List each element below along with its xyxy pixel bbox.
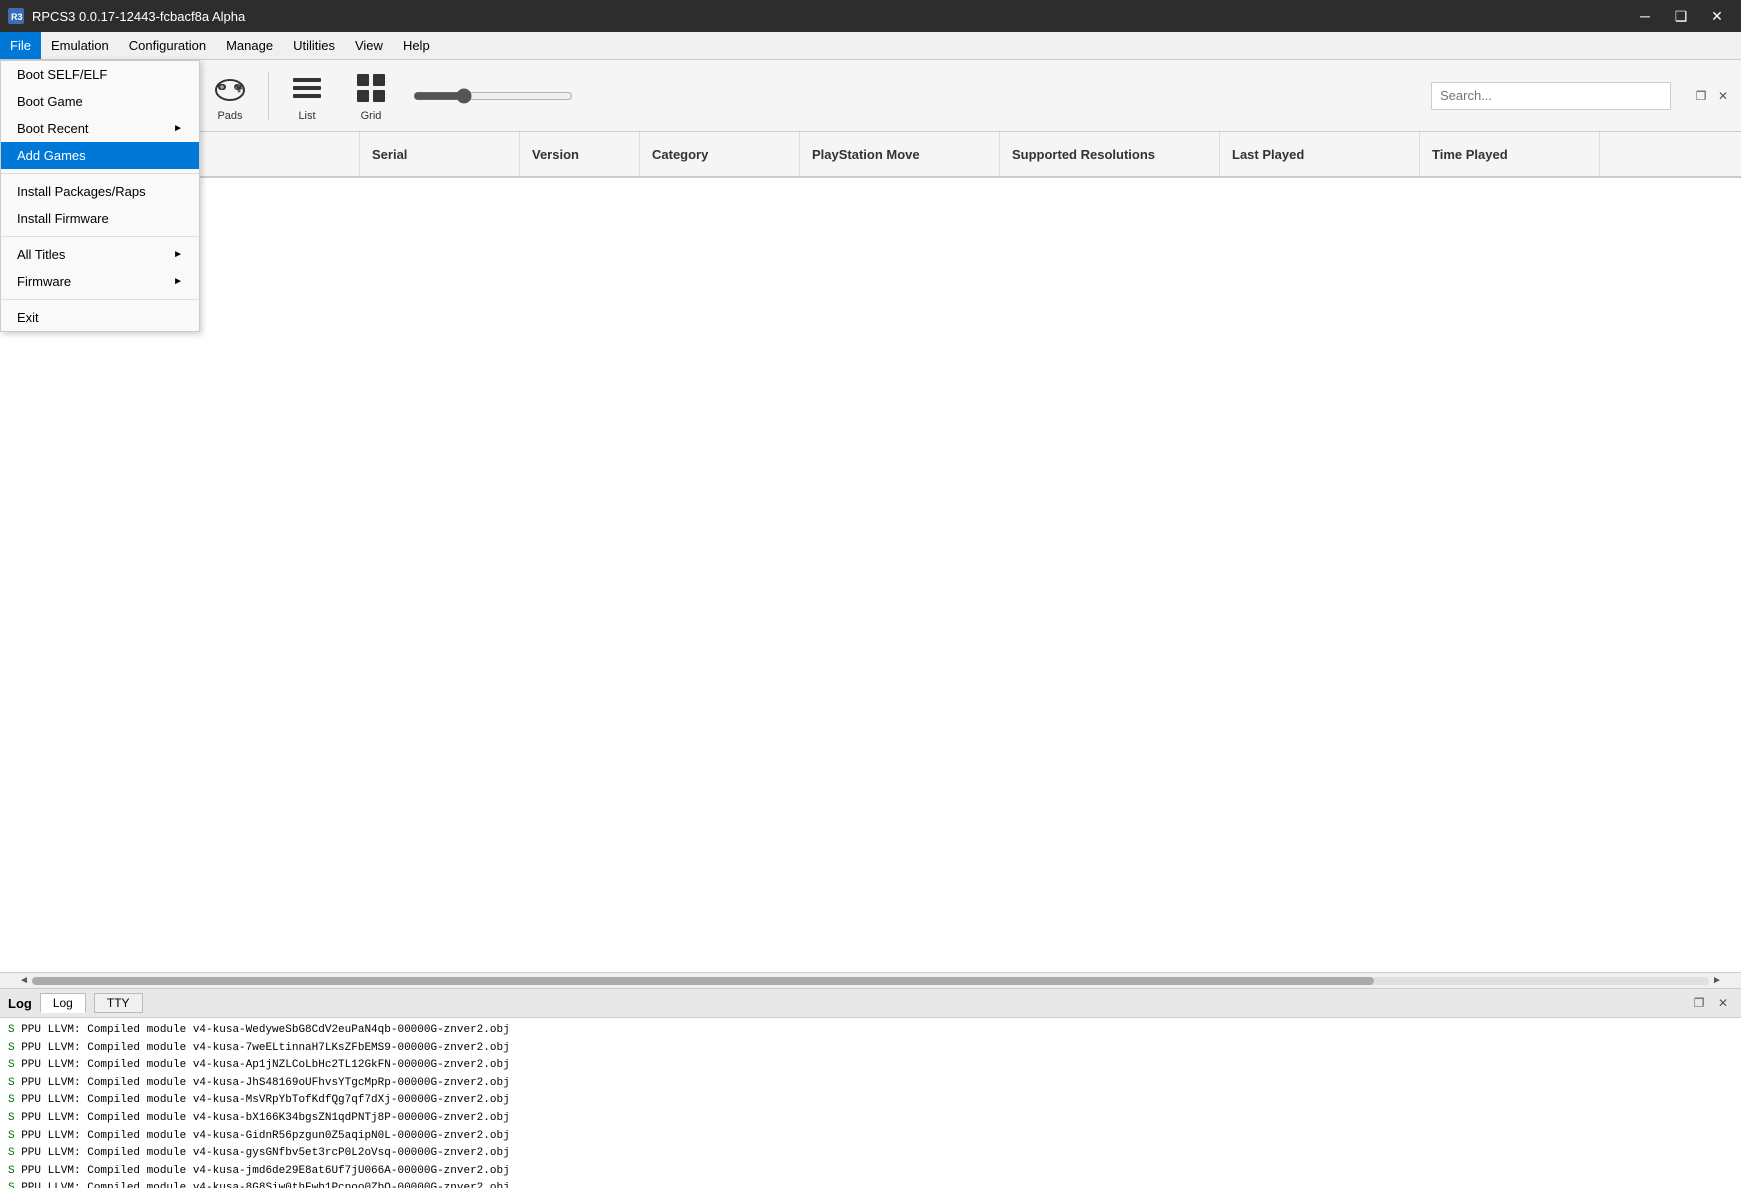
dropdown-add-games[interactable]: Add Games: [1, 142, 199, 169]
toolbar-restore-button[interactable]: ❐: [1691, 86, 1711, 106]
svg-text:R3: R3: [11, 12, 23, 22]
dropdown-boot-game[interactable]: Boot Game: [1, 88, 199, 115]
col-header-serial[interactable]: Serial: [360, 132, 520, 176]
log-controls: ❐ ✕: [1689, 993, 1733, 1013]
col-header-lastplayed[interactable]: Last Played: [1220, 132, 1420, 176]
scrollbar-thumb[interactable]: [32, 977, 1374, 985]
menu-configuration[interactable]: Configuration: [119, 32, 216, 59]
log-header-left: Log Log TTY: [8, 993, 143, 1013]
toolbar-wincontrols: ❐ ✕: [1691, 86, 1733, 106]
log-line: S PPU LLVM: Compiled module v4-kusa-8G8S…: [8, 1180, 1733, 1188]
toolbar-close-button[interactable]: ✕: [1713, 86, 1733, 106]
dropdown-divider-1: [1, 173, 199, 174]
scroll-left-arrow[interactable]: ◄: [16, 973, 32, 989]
menu-emulation[interactable]: Emulation: [41, 32, 119, 59]
dropdown-all-titles[interactable]: All Titles ►: [1, 241, 199, 268]
maximize-button[interactable]: ❑: [1665, 4, 1697, 28]
dropdown-install-firmware[interactable]: Install Firmware: [1, 205, 199, 232]
log-line: S PPU LLVM: Compiled module v4-kusa-Ap1j…: [8, 1057, 1733, 1075]
dropdown-firmware[interactable]: Firmware ►: [1, 268, 199, 295]
grid-icon: [353, 70, 389, 106]
pads-icon: [212, 70, 248, 106]
log-content: S PPU LLVM: Compiled module v4-kusa-Wedy…: [0, 1018, 1741, 1188]
pads-button[interactable]: Pads: [200, 64, 260, 128]
log-line: S PPU LLVM: Compiled module v4-kusa-MsVR…: [8, 1092, 1733, 1110]
zoom-slider-container: [413, 88, 573, 104]
horizontal-scrollbar[interactable]: ◄ ►: [0, 972, 1741, 988]
list-icon: [289, 70, 325, 106]
dropdown-boot-recent[interactable]: Boot Recent ►: [1, 115, 199, 142]
col-header-timeplayed[interactable]: Time Played: [1420, 132, 1600, 176]
close-button[interactable]: ✕: [1701, 4, 1733, 28]
log-close-button[interactable]: ✕: [1713, 993, 1733, 1013]
menu-utilities[interactable]: Utilities: [283, 32, 345, 59]
scrollbar-track[interactable]: [32, 977, 1709, 985]
menu-bar: File Emulation Configuration Manage Util…: [0, 32, 1741, 60]
list-button[interactable]: List: [277, 64, 337, 128]
table-body: [0, 178, 1741, 988]
log-line: S PPU LLVM: Compiled module v4-kusa-JhS4…: [8, 1075, 1733, 1093]
menu-view[interactable]: View: [345, 32, 393, 59]
col-header-psmove[interactable]: PlayStation Move: [800, 132, 1000, 176]
menu-manage[interactable]: Manage: [216, 32, 283, 59]
title-bar-left: R3 RPCS3 0.0.17-12443-fcbacf8a Alpha: [8, 8, 245, 24]
col-header-res[interactable]: Supported Resolutions: [1000, 132, 1220, 176]
menu-help[interactable]: Help: [393, 32, 440, 59]
title-bar: R3 RPCS3 0.0.17-12443-fcbacf8a Alpha ─ ❑…: [0, 0, 1741, 32]
log-line: S PPU LLVM: Compiled module v4-kusa-Wedy…: [8, 1022, 1733, 1040]
zoom-slider[interactable]: [413, 88, 573, 104]
search-input[interactable]: [1431, 82, 1671, 110]
main-area: Title Serial Version Category PlayStatio…: [0, 132, 1741, 988]
dropdown-install-packages[interactable]: Install Packages/Raps: [1, 178, 199, 205]
dropdown-menu: Boot SELF/ELF Boot Game Boot Recent ► Ad…: [0, 60, 200, 332]
dropdown-boot-self-elf[interactable]: Boot SELF/ELF: [1, 61, 199, 88]
log-title: Log: [8, 996, 32, 1011]
log-line: S PPU LLVM: Compiled module v4-kusa-bX16…: [8, 1110, 1733, 1128]
menu-file[interactable]: File: [0, 32, 41, 59]
log-header: Log Log TTY ❐ ✕: [0, 989, 1741, 1018]
log-line: S PPU LLVM: Compiled module v4-kusa-jmd6…: [8, 1163, 1733, 1181]
grid-button[interactable]: Grid: [341, 64, 401, 128]
dropdown-exit[interactable]: Exit: [1, 304, 199, 331]
scroll-right-arrow[interactable]: ►: [1709, 973, 1725, 989]
col-header-version[interactable]: Version: [520, 132, 640, 176]
toolbar-separator-1: [268, 72, 269, 120]
log-panel: Log Log TTY ❐ ✕ S PPU LLVM: Compiled mod…: [0, 988, 1741, 1188]
minimize-button[interactable]: ─: [1629, 4, 1661, 28]
log-line: S PPU LLVM: Compiled module v4-kusa-Gidn…: [8, 1128, 1733, 1146]
rpcs3-icon: R3: [8, 8, 24, 24]
log-line: S PPU LLVM: Compiled module v4-kusa-7weE…: [8, 1040, 1733, 1058]
log-line: S PPU LLVM: Compiled module v4-kusa-gysG…: [8, 1145, 1733, 1163]
all-titles-arrow: ►: [173, 249, 183, 260]
col-header-category[interactable]: Category: [640, 132, 800, 176]
firmware-arrow: ►: [173, 276, 183, 287]
title-bar-title: RPCS3 0.0.17-12443-fcbacf8a Alpha: [32, 9, 245, 24]
log-restore-button[interactable]: ❐: [1689, 993, 1709, 1013]
boot-recent-arrow: ►: [173, 123, 183, 134]
log-tab-tty[interactable]: TTY: [94, 993, 143, 1013]
title-bar-controls: ─ ❑ ✕: [1629, 4, 1733, 28]
log-tab-log[interactable]: Log: [40, 993, 86, 1013]
toolbar: Stop Restart Config: [0, 60, 1741, 132]
table-header: Title Serial Version Category PlayStatio…: [0, 132, 1741, 178]
dropdown-divider-3: [1, 299, 199, 300]
search-box: [1431, 82, 1671, 110]
dropdown-divider-2: [1, 236, 199, 237]
